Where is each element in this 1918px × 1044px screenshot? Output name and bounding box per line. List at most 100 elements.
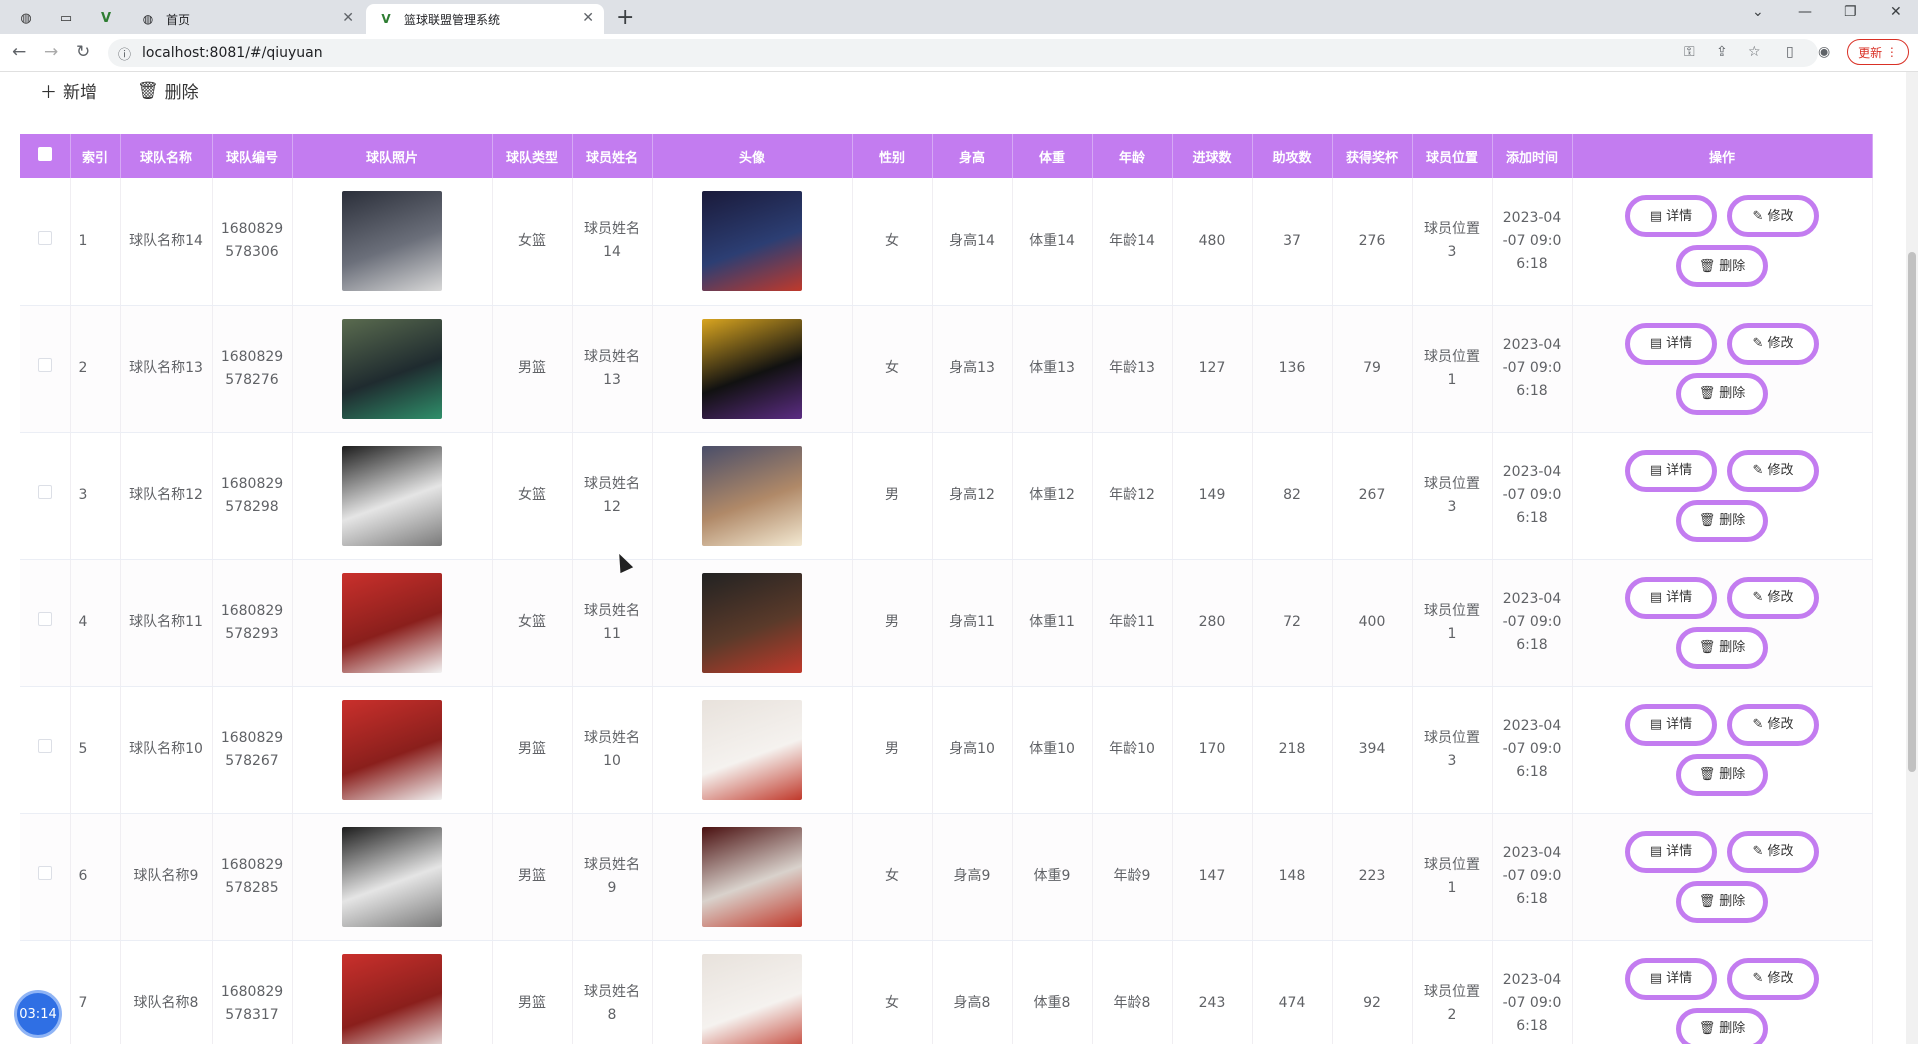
cell-gender: 男 xyxy=(852,559,933,687)
row-select-cell[interactable] xyxy=(20,305,71,433)
table-row[interactable]: 6 球队名称9 1680829578285 男篮 球员姓名9 女身高9 体重9 年龄9 147 1… xyxy=(20,813,1873,941)
player-avatar-image[interactable] xyxy=(702,191,802,292)
url-field[interactable]: ⓘ localhost:8081/#/qiuyuan xyxy=(108,39,1818,67)
cell-assists: 82 xyxy=(1252,432,1333,560)
pinned-tab-vue-icon[interactable]: V xyxy=(94,6,118,30)
pencil-icon: ✎ xyxy=(1752,463,1764,478)
edit-button[interactable]: ✎ 修改 xyxy=(1727,449,1819,492)
team-photo-image[interactable] xyxy=(342,191,442,292)
player-avatar-image[interactable] xyxy=(702,699,802,800)
team-photo-image[interactable] xyxy=(342,953,442,1044)
new-tab-icon[interactable]: + xyxy=(616,5,634,30)
cell-team-name: 球队名称12 xyxy=(120,432,213,560)
row-checkbox[interactable] xyxy=(37,612,52,626)
player-avatar-image[interactable] xyxy=(702,318,802,419)
profile-icon[interactable]: ◉ xyxy=(1818,44,1830,60)
tab-basketball-system[interactable]: V 篮球联盟管理系统 ✕ xyxy=(366,4,604,34)
pinned-tab-blank-icon[interactable]: ▭ xyxy=(54,6,78,30)
header-position: 球员位置 xyxy=(1412,134,1493,178)
detail-button[interactable]: ▤ 详情 xyxy=(1625,322,1717,365)
tab-home[interactable]: ◍ 首页 ✕ xyxy=(128,4,364,34)
table-row[interactable]: 4 球队名称11 1680829578293 女篮 球员姓名11 男身高11 体重11 年龄1… xyxy=(20,559,1873,687)
detail-button[interactable]: ▤ 详情 xyxy=(1625,703,1717,746)
table-row[interactable]: 3 球队名称12 1680829578298 女篮 球员姓名12 男身高12 体重12 年龄1… xyxy=(20,432,1873,560)
forward-icon[interactable]: → xyxy=(44,42,58,62)
pencil-icon: ✎ xyxy=(1752,717,1764,732)
team-photo-image[interactable] xyxy=(342,445,442,546)
row-select-cell[interactable] xyxy=(20,178,71,306)
detail-button[interactable]: ▤ 详情 xyxy=(1625,449,1717,492)
table-row[interactable]: 7 球队名称8 1680829578317 男篮 球员姓名8 女身高8 体重8 年龄8 243 4… xyxy=(20,940,1873,1044)
share-icon[interactable]: ⇪ xyxy=(1716,44,1728,60)
team-photo-image[interactable] xyxy=(342,699,442,800)
header-height: 身高 xyxy=(932,134,1013,178)
edit-button[interactable]: ✎ 修改 xyxy=(1727,703,1819,746)
row-checkbox[interactable] xyxy=(37,485,52,499)
team-photo-image[interactable] xyxy=(342,572,442,673)
row-select-cell[interactable] xyxy=(20,813,71,941)
table-row[interactable]: 5 球队名称10 1680829578267 男篮 球员姓名10 男身高10 体重10 年龄1… xyxy=(20,686,1873,814)
edit-button[interactable]: ✎ 修改 xyxy=(1727,957,1819,1000)
cell-weight: 体重14 xyxy=(1012,178,1093,306)
detail-button[interactable]: ▤ 详情 xyxy=(1625,957,1717,1000)
player-avatar-image[interactable] xyxy=(702,572,802,673)
key-icon[interactable]: ⚿ xyxy=(1684,44,1695,60)
tab-close-icon[interactable]: ✕ xyxy=(342,10,354,26)
pinned-tab-globe-icon[interactable]: ◍ xyxy=(14,6,38,30)
restore-icon[interactable]: ❐ xyxy=(1844,4,1857,20)
row-select-cell[interactable] xyxy=(20,559,71,687)
player-avatar-image[interactable] xyxy=(702,953,802,1044)
table-row[interactable]: 1 球队名称14 1680829578306 女篮 球员姓名14 女身高14 体重14 年龄1… xyxy=(20,178,1873,306)
cell-gender: 女 xyxy=(852,940,933,1044)
cell-team-type: 男篮 xyxy=(492,940,573,1044)
select-all-checkbox[interactable] xyxy=(37,147,52,161)
edit-button[interactable]: ✎ 修改 xyxy=(1727,576,1819,619)
back-icon[interactable]: ← xyxy=(12,42,26,62)
detail-button[interactable]: ▤ 详情 xyxy=(1625,576,1717,619)
scrollbar-thumb[interactable] xyxy=(1908,252,1916,772)
cell-height: 身高10 xyxy=(932,686,1013,814)
select-all-cell[interactable] xyxy=(20,134,71,178)
cell-team-photo xyxy=(292,432,493,560)
row-select-cell[interactable] xyxy=(20,432,71,560)
browser-update-button[interactable]: 更新 ⋮ xyxy=(1847,39,1909,65)
edit-button[interactable]: ✎ 修改 xyxy=(1727,322,1819,365)
row-checkbox[interactable] xyxy=(37,866,52,880)
tab-search-chevron-icon[interactable]: ⌄ xyxy=(1752,4,1764,20)
row-delete-button[interactable]: 🗑 删除 xyxy=(1676,753,1768,796)
batch-delete-button[interactable]: 🗑 删除 xyxy=(137,78,199,104)
row-checkbox[interactable] xyxy=(37,358,52,372)
bookmark-star-icon[interactable]: ☆ xyxy=(1748,44,1761,60)
row-delete-button[interactable]: 🗑 删除 xyxy=(1676,499,1768,542)
add-button[interactable]: ＋ 新增 xyxy=(40,78,97,103)
edit-button-label: 修改 xyxy=(1767,590,1794,605)
row-checkbox[interactable] xyxy=(37,230,52,245)
cell-goals: 243 xyxy=(1172,940,1253,1044)
row-select-cell[interactable] xyxy=(20,686,71,814)
row-delete-button[interactable]: 🗑 删除 xyxy=(1676,880,1768,923)
player-avatar-image[interactable] xyxy=(702,445,802,546)
pencil-icon: ✎ xyxy=(1752,844,1764,859)
edit-button[interactable]: ✎ 修改 xyxy=(1727,830,1819,873)
table-row[interactable]: 2 球队名称13 1680829578276 男篮 球员姓名13 女身高13 体重13 年龄1… xyxy=(20,305,1873,433)
minimize-icon[interactable]: — xyxy=(1798,4,1812,20)
row-delete-button[interactable]: 🗑 删除 xyxy=(1676,245,1768,288)
row-checkbox[interactable] xyxy=(37,739,52,753)
cell-age: 年龄12 xyxy=(1092,432,1173,560)
team-photo-image[interactable] xyxy=(342,318,442,419)
player-avatar-image[interactable] xyxy=(702,826,802,927)
row-delete-button[interactable]: 🗑 删除 xyxy=(1676,626,1768,669)
tab-close-icon[interactable]: ✕ xyxy=(582,10,594,26)
page-scrollbar[interactable] xyxy=(1906,72,1918,1044)
team-photo-image[interactable] xyxy=(342,826,442,927)
row-delete-button[interactable]: 🗑 删除 xyxy=(1676,1007,1768,1044)
row-delete-button[interactable]: 🗑 删除 xyxy=(1676,372,1768,415)
side-panel-icon[interactable]: ▯ xyxy=(1786,44,1794,60)
edit-button[interactable]: ✎ 修改 xyxy=(1727,195,1819,238)
detail-button[interactable]: ▤ 详情 xyxy=(1625,830,1717,873)
close-window-icon[interactable]: ✕ xyxy=(1890,4,1902,20)
site-info-icon[interactable]: ⓘ xyxy=(118,44,131,63)
header-team-photo: 球队照片 xyxy=(292,134,493,178)
detail-button[interactable]: ▤ 详情 xyxy=(1625,195,1717,238)
reload-icon[interactable]: ↻ xyxy=(76,42,90,62)
